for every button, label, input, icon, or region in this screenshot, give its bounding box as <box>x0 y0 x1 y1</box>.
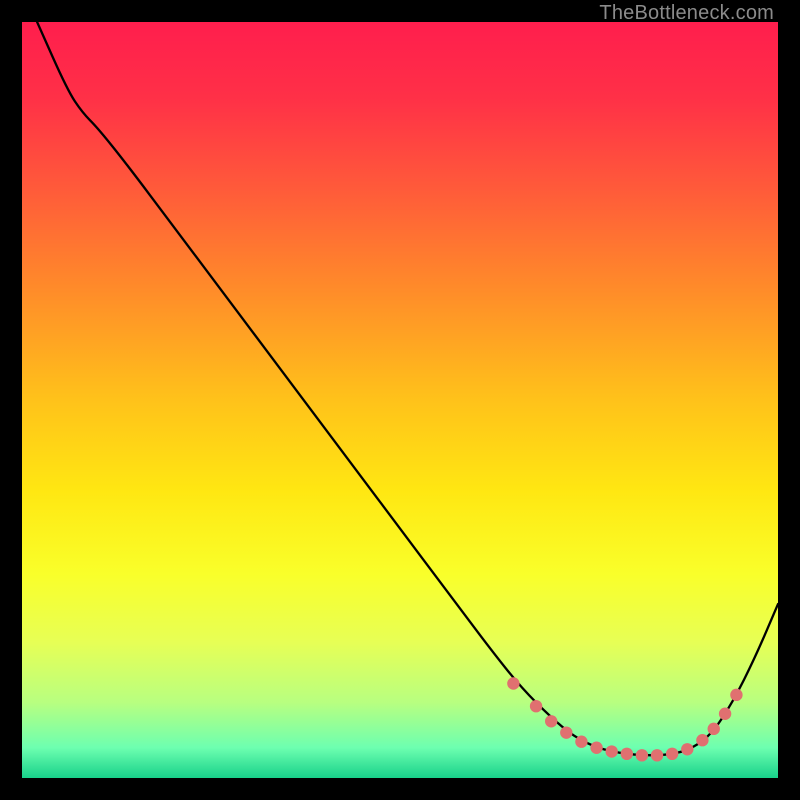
marker-dot <box>530 700 542 712</box>
marker-dot <box>651 749 663 761</box>
marker-dot <box>708 723 720 735</box>
marker-dot <box>605 745 617 757</box>
marker-dot <box>730 689 742 701</box>
chart-frame <box>22 22 778 778</box>
marker-dot <box>666 748 678 760</box>
marker-dot <box>507 677 519 689</box>
chart-svg <box>22 22 778 778</box>
marker-dot <box>545 715 557 727</box>
marker-dot <box>575 736 587 748</box>
marker-dot <box>590 742 602 754</box>
marker-dot <box>636 749 648 761</box>
marker-dot <box>560 726 572 738</box>
marker-dot <box>696 734 708 746</box>
marker-dot <box>719 708 731 720</box>
marker-dot <box>621 748 633 760</box>
marker-dot <box>681 743 693 755</box>
chart-background <box>22 22 778 778</box>
